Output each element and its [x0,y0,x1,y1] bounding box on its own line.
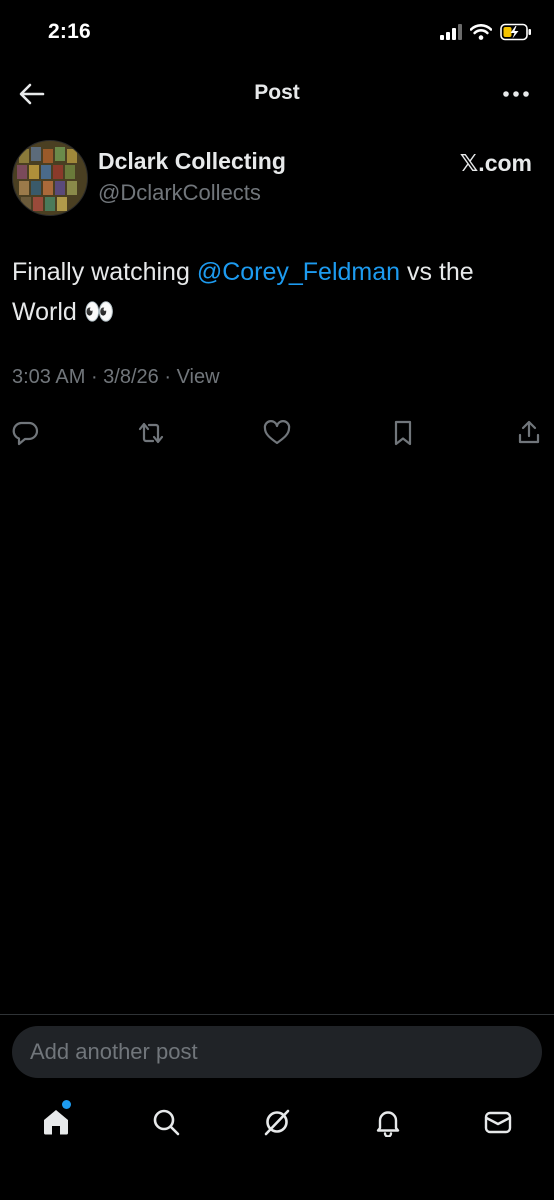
bottom-tab-bar [0,1096,554,1146]
bookmark-button[interactable] [386,416,420,450]
post-actions [0,416,554,450]
more-horizontal-icon [503,91,529,97]
cellular-signal-icon [440,24,462,40]
search-icon [153,1109,180,1136]
reply-icon [12,421,39,446]
post-meta: 3:03 AM · 3/8/26 · View [12,366,220,389]
like-button[interactable] [260,416,294,450]
status-time: 2:16 [48,20,91,43]
post-author: Dclark Collecting @DclarkCollects 𝕏.com [0,138,554,220]
author-name[interactable]: Dclark Collecting [98,148,286,175]
tab-home[interactable] [36,1102,76,1142]
heart-icon [263,420,291,445]
post-text-before: Finally watching [12,258,197,286]
wifi-icon [470,24,492,40]
mention-link[interactable]: @Corey_Feldman [197,258,400,286]
author-handle[interactable]: @DclarkCollects [98,180,261,206]
more-options-button[interactable] [498,78,534,110]
source-badge: 𝕏.com [459,150,532,176]
repost-icon [138,422,164,444]
post-date: 3/8/26 [103,366,159,388]
meta-separator: · [164,366,177,388]
bookmark-icon [394,420,412,446]
mail-icon [484,1111,512,1134]
reply-button[interactable] [8,416,42,450]
meta-separator: · [90,366,104,388]
post-time: 3:03 AM [12,366,86,388]
bell-icon [376,1111,400,1137]
views-link[interactable]: View [177,366,220,388]
tab-notifications[interactable] [368,1102,408,1142]
reply-input[interactable] [12,1026,542,1078]
grok-icon [264,1109,290,1136]
tab-search[interactable] [146,1102,186,1142]
page-title: Post [254,81,300,104]
share-icon [518,420,540,444]
status-icons [440,20,532,44]
reply-divider [0,1014,554,1015]
battery-charging-icon [500,23,531,41]
home-unread-dot [62,1100,71,1109]
share-button[interactable] [512,416,546,450]
avatar-image [13,141,87,215]
post-header: Post [0,66,554,122]
avatar[interactable] [12,140,88,216]
tab-grok[interactable] [257,1102,297,1142]
post-text: Finally watching @Corey_Feldman vs the W… [12,252,542,332]
repost-button[interactable] [134,416,168,450]
status-bar: 2:16 [0,0,554,66]
home-icon [44,1110,68,1135]
tab-messages[interactable] [478,1102,518,1142]
